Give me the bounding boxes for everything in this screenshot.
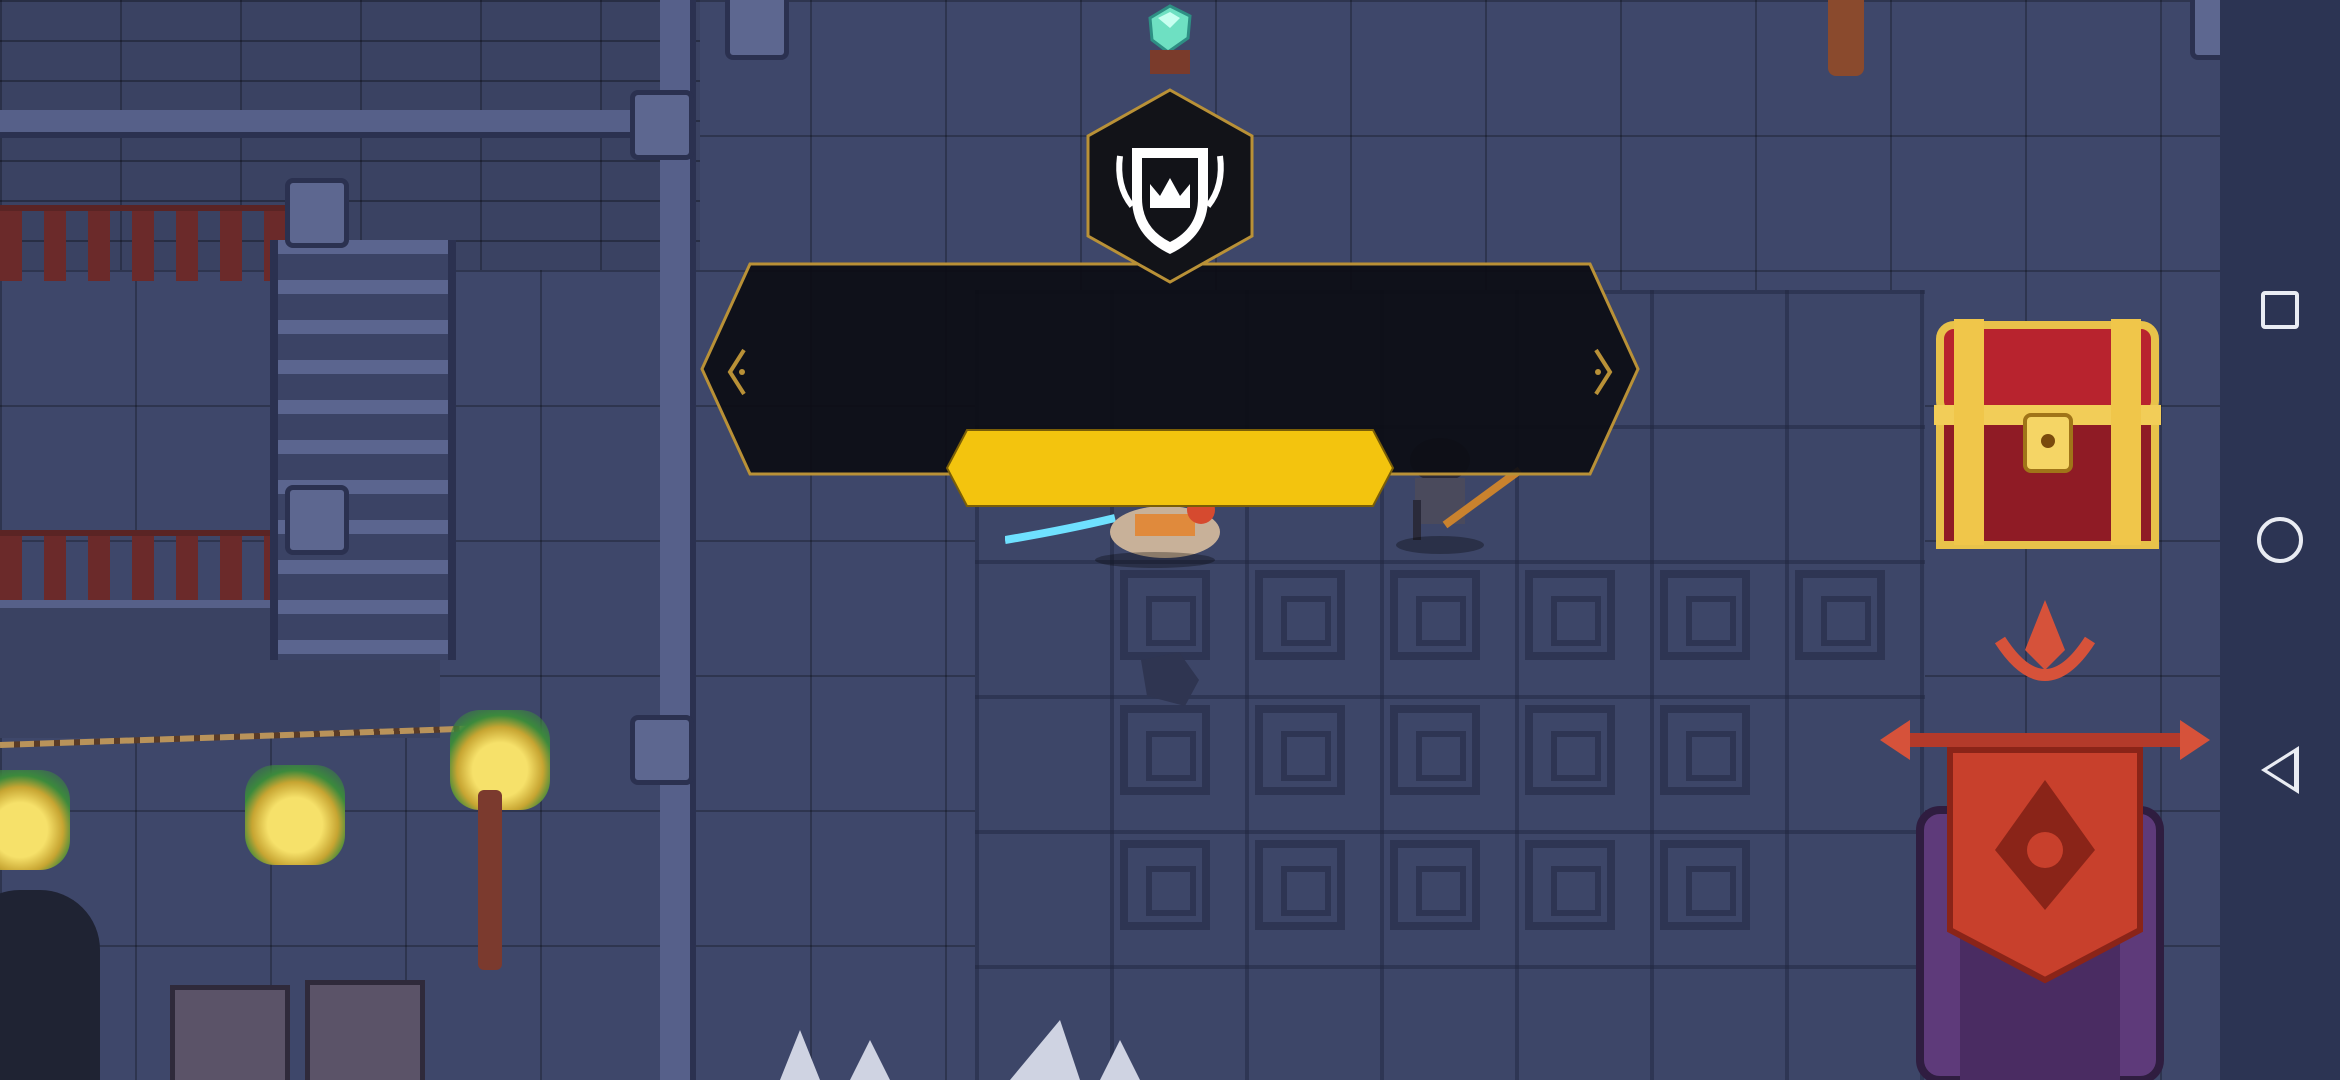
rune-tile [1120, 570, 1210, 660]
chevron-right-icon[interactable] [1588, 342, 1618, 402]
rune-tile [1660, 705, 1750, 795]
gem-pedestal [1150, 50, 1190, 74]
rune-tile [1660, 570, 1750, 660]
stone-post [630, 715, 694, 785]
triangle-back-icon [2261, 746, 2299, 794]
wooden-fence-bottom [0, 530, 290, 606]
spike-trap [780, 1020, 1140, 1080]
treasure-chest-icon[interactable] [1930, 305, 2165, 555]
rune-tile [1255, 705, 1345, 795]
war-banner-icon[interactable] [1880, 600, 2210, 1080]
rune-tile [1525, 570, 1615, 660]
rune-tile [1390, 840, 1480, 930]
rune-tile [1660, 840, 1750, 930]
wooden-crate [170, 985, 290, 1080]
square-icon [2261, 291, 2299, 329]
stone-post [630, 90, 694, 160]
stone-post [285, 485, 349, 555]
recent-apps-button[interactable] [2220, 270, 2340, 350]
rune-tile [1390, 570, 1480, 660]
back-button[interactable] [2220, 730, 2340, 810]
wall-ledge [0, 110, 690, 138]
crown-shield-icon [1086, 88, 1254, 284]
home-button[interactable] [2220, 500, 2340, 580]
rune-tile [1255, 570, 1345, 660]
lantern-post [478, 790, 502, 970]
rune-tile [1390, 705, 1480, 795]
lantern-icon [0, 770, 70, 870]
rune-tile [1120, 840, 1210, 930]
stone-post [285, 178, 349, 248]
rune-tile [1255, 840, 1345, 930]
wooden-post [1828, 0, 1864, 76]
gem-icon[interactable] [1140, 4, 1200, 56]
confirm-button-label [945, 428, 1395, 508]
rune-tile [1795, 570, 1885, 660]
wooden-crate [305, 980, 425, 1080]
dark-arch [0, 890, 100, 1080]
rune-tile [1120, 705, 1210, 795]
stone-post [725, 0, 789, 60]
circle-icon [2257, 517, 2303, 563]
stone-column [660, 0, 696, 1080]
rune-tile [1525, 705, 1615, 795]
chevron-left-icon[interactable] [722, 342, 752, 402]
confirm-button[interactable] [945, 428, 1395, 508]
stone-stairs [270, 240, 456, 660]
game-viewport[interactable] [0, 0, 2340, 1080]
wooden-fence-top [0, 205, 290, 281]
lantern-icon [245, 765, 345, 865]
system-nav-bar [2220, 0, 2340, 1080]
rune-tile [1525, 840, 1615, 930]
floor-rubble [1141, 652, 1199, 706]
